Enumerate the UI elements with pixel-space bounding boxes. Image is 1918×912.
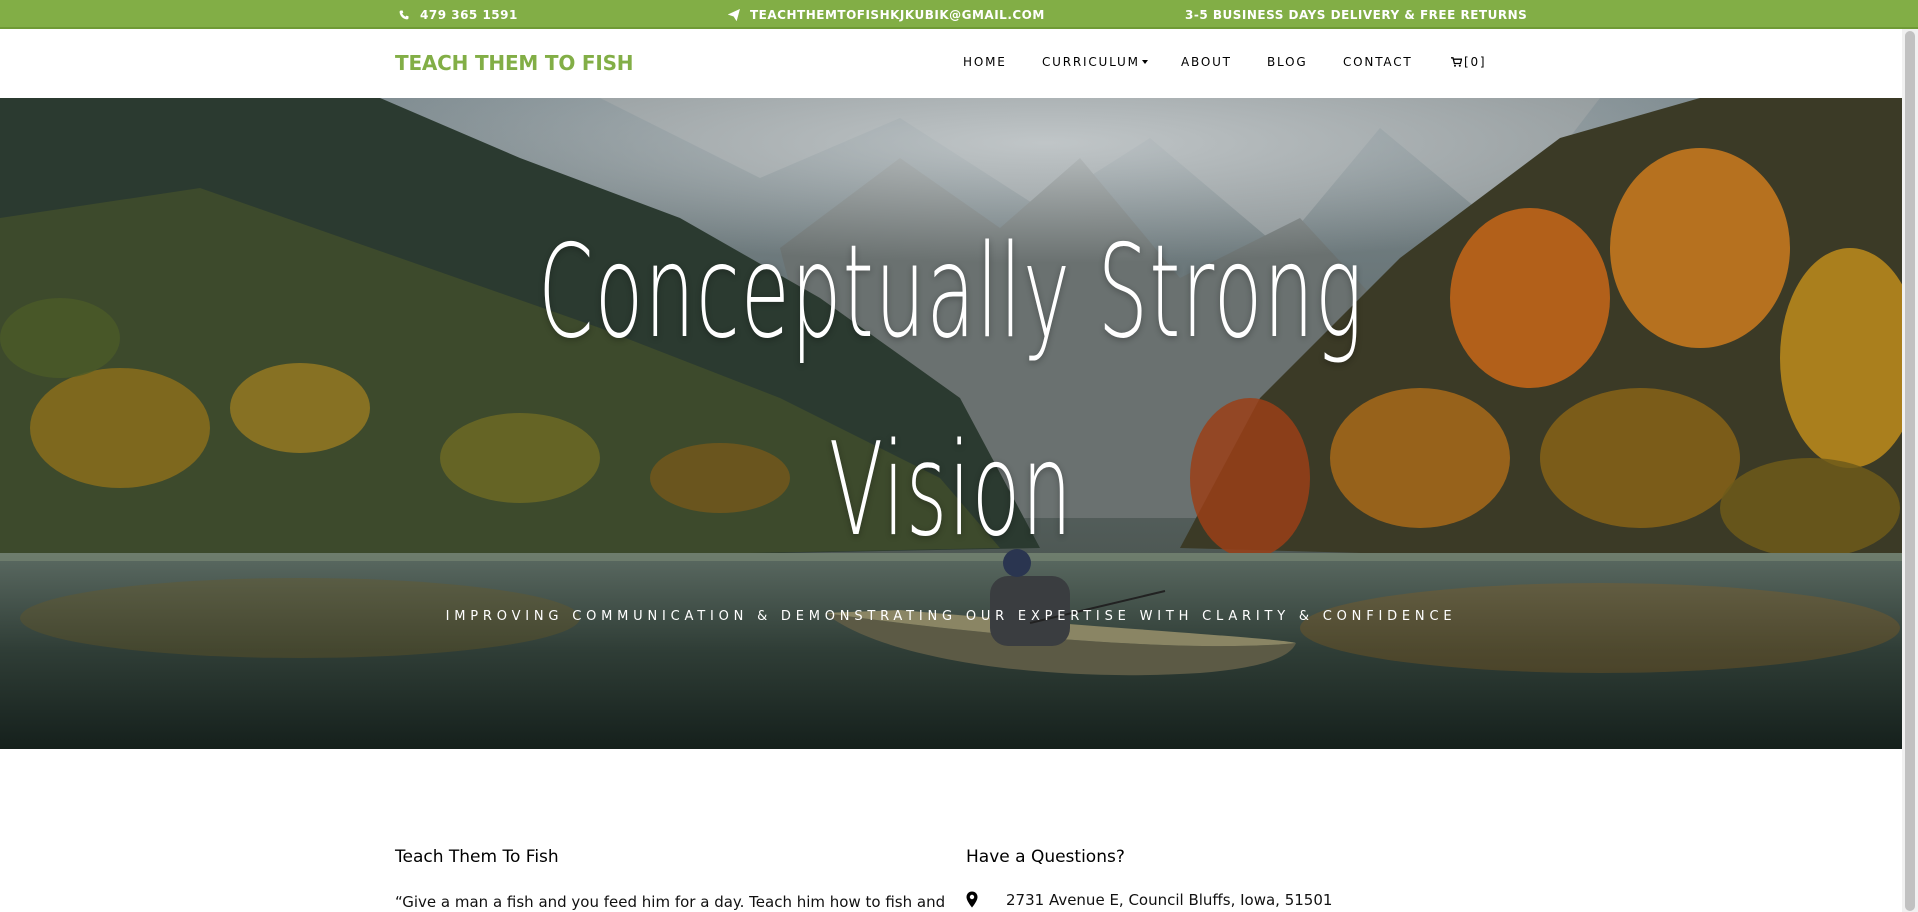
delivery-info: 3-5 BUSINESS DAYS DELIVERY & FREE RETURN… [1185,0,1527,29]
address-text: 2731 Avenue E, Council Bluffs, Iowa, 515… [1006,891,1333,909]
email-address: TEACHTHEMTOFISHKJKUBIK@GMAIL.COM [750,7,1045,22]
hero-title-line1: Conceptually Strong [538,218,1364,367]
nav-about[interactable]: ABOUT [1181,55,1232,69]
scrollbar-thumb[interactable] [1905,31,1915,911]
about-quote: “Give a man a fish and you feed him for … [395,893,946,911]
site-logo[interactable]: TEACH THEM TO FISH [395,51,634,75]
paper-plane-icon [727,8,741,22]
delivery-text: 3-5 BUSINESS DAYS DELIVERY & FREE RETURN… [1185,7,1528,22]
address-line: 2731 Avenue E, Council Bluffs, Iowa, 515… [966,891,1332,909]
nav-home[interactable]: HOME [963,55,1007,69]
page-scrollbar[interactable] [1902,29,1918,912]
nav-curriculum[interactable]: CURRICULUM [1042,55,1148,69]
phone-icon [397,8,411,22]
phone-number: 479 365 1591 [420,7,518,22]
nav-cart[interactable]: [0] [1451,55,1486,70]
phone-info[interactable]: 479 365 1591 [397,0,518,29]
main-navbar: TEACH THEM TO FISH HOME CURRICULUM ABOUT… [0,29,1918,98]
cart-icon [1451,56,1463,70]
cart-count: [0] [1464,55,1487,69]
chevron-down-icon [1141,60,1148,64]
nav-contact[interactable]: CONTACT [1343,55,1413,69]
email-info[interactable]: TEACHTHEMTOFISHKJKUBIK@GMAIL.COM [727,0,1045,29]
nav-curriculum-label: CURRICULUM [1042,55,1140,69]
hero-title-line2: Vision [828,416,1074,565]
top-info-bar: 479 365 1591 TEACHTHEMTOFISHKJKUBIK@GMAI… [0,0,1918,29]
about-heading: Teach Them To Fish [395,847,559,867]
map-marker-icon [966,891,980,909]
contact-heading: Have a Questions? [966,847,1125,867]
hero-banner: Conceptually Strong Vision IMPROVING COM… [0,98,1902,749]
nav-blog[interactable]: BLOG [1267,55,1307,69]
hero-subtitle: IMPROVING COMMUNICATION & DEMONSTRATING … [445,609,1457,624]
